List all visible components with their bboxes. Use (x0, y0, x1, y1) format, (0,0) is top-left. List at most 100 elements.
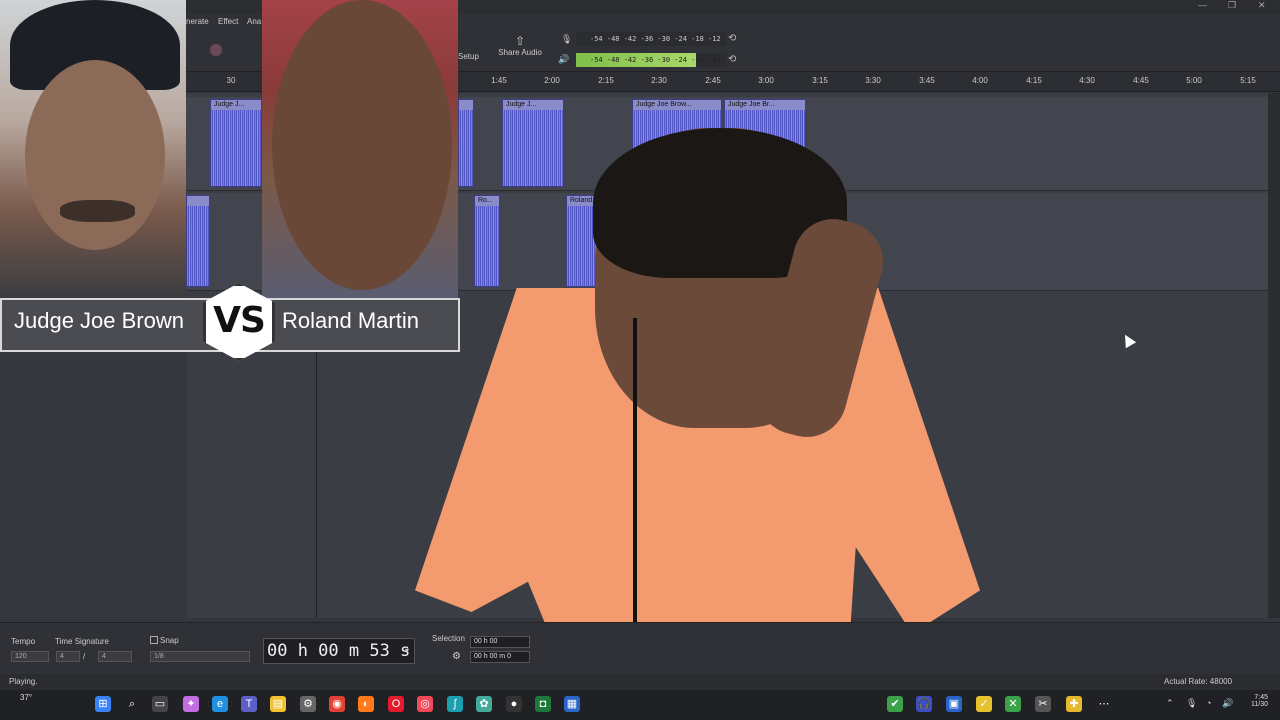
opera-icon[interactable]: O (388, 696, 404, 712)
app-icon[interactable]: ◘ (535, 696, 551, 712)
app-icon[interactable]: ✿ (476, 696, 492, 712)
opera-gx-icon[interactable]: ◎ (417, 696, 433, 712)
time-display-value: 00 h 00 m 53 s (267, 641, 411, 661)
ruler-tick: 5:00 (1186, 76, 1202, 85)
volume-icon[interactable]: 🔊 (1222, 698, 1233, 709)
snap-select[interactable]: 1/8 (150, 651, 250, 662)
ruler-tick: 2:30 (651, 76, 667, 85)
speaker-icon: 🔊 (558, 54, 570, 64)
actual-rate: Actual Rate: 48000 (1164, 677, 1233, 686)
mustache (60, 200, 135, 222)
vertical-scrollbar[interactable] (1268, 93, 1280, 618)
selection-end-field[interactable]: 00 h 00 m 0 (470, 651, 530, 663)
xbox-icon[interactable]: ✕ (1005, 696, 1021, 712)
share-audio-button[interactable]: ⇧ Share Audio (497, 34, 543, 57)
left-guest-photo (0, 0, 186, 298)
left-name: Judge Joe Brown (14, 308, 184, 333)
audio-clip[interactable]: Judge J... (210, 99, 262, 187)
tempo-label: Tempo (11, 637, 36, 646)
tray-chevron-icon[interactable]: ⌃ (1166, 698, 1174, 709)
playback-meter-options-icon[interactable]: ⟲ (728, 54, 736, 65)
microphone-icon: 🎙 (561, 34, 573, 44)
app-grid-icon[interactable]: ▦ (564, 696, 580, 712)
ruler-tick: 2:45 (705, 76, 721, 85)
settings-icon[interactable]: ⚙ (300, 696, 316, 712)
windows-start-icon[interactable]: ⊞ (95, 696, 111, 712)
time-format-dropdown-icon[interactable]: ▾ (405, 646, 409, 655)
time-signature-numerator[interactable]: 4 (56, 651, 80, 662)
clip-title[interactable] (187, 196, 209, 206)
clip-title[interactable]: Judge J... (503, 100, 563, 110)
mic-tray-icon[interactable]: 🎙 (1186, 698, 1197, 709)
close-icon[interactable]: ✕ (1258, 0, 1266, 11)
menu-effect[interactable]: Effect (218, 17, 238, 26)
file-explorer-icon[interactable]: ▤ (270, 696, 286, 712)
record-meter[interactable]: -54 -48 -42 -36 -30 -24 -18 -12 -6 (576, 32, 726, 46)
share-audio-label: Share Audio (498, 48, 542, 57)
audacity-icon[interactable]: 🎧 (916, 696, 932, 712)
ruler-tick: 5:15 (1240, 76, 1256, 85)
snipping-tool-icon[interactable]: ✂ (1035, 696, 1051, 712)
playback-meter[interactable]: -54 -48 -42 -36 -30 -24 -18 -12 -6 (576, 53, 726, 67)
clip-title[interactable]: Judge Joe Br... (725, 100, 805, 110)
teams-icon[interactable]: T (241, 696, 257, 712)
app-icon[interactable]: ✔ (887, 696, 903, 712)
menu-analyze[interactable]: Ana (247, 17, 261, 26)
minimize-icon[interactable]: — (1198, 0, 1207, 10)
app-icon[interactable]: ʃ (447, 696, 463, 712)
obs-icon[interactable]: ● (506, 696, 522, 712)
right-name: Roland Martin (282, 308, 419, 333)
status-bar: Playing. Actual Rate: 48000 (0, 674, 1280, 690)
audio-clip[interactable] (186, 195, 210, 287)
snap-label: Snap (160, 636, 179, 645)
upload-icon: ⇧ (514, 34, 526, 48)
title-bar (0, 0, 1280, 14)
time-signature-label: Time Signature (55, 637, 109, 646)
tempo-input[interactable]: 120 (11, 651, 49, 662)
selection-toolbar (0, 622, 1280, 674)
app-icon[interactable]: ▣ (946, 696, 962, 712)
ruler-tick: 30 (226, 76, 236, 85)
clock-time: 7:45 (1254, 694, 1268, 701)
clip-title[interactable] (459, 100, 473, 110)
clock-date: 11/30 (1251, 701, 1268, 708)
clip-title[interactable]: Judge J... (211, 100, 261, 110)
selection-label: Selection (432, 634, 465, 643)
ruler-tick: 3:15 (812, 76, 828, 85)
ruler-tick: 4:45 (1133, 76, 1149, 85)
app-icon[interactable]: ✓ (976, 696, 992, 712)
time-signature-separator: / (83, 652, 86, 661)
selection-settings-icon[interactable]: ⚙ (452, 651, 461, 662)
wifi-icon[interactable]: ◔ (1206, 698, 1211, 708)
ruler-tick: 4:15 (1026, 76, 1042, 85)
vs-text: VS (213, 300, 266, 341)
clock[interactable]: 7:45 11/30 (1238, 694, 1268, 708)
firefox-icon[interactable]: ◐ (358, 696, 374, 712)
menu-generate[interactable]: nerate (186, 17, 209, 26)
audio-setup-button[interactable]: Setup (458, 52, 479, 61)
clip-waveform (187, 206, 209, 286)
edge-browser-icon[interactable]: e (212, 696, 228, 712)
selection-start-field[interactable]: 00 h 00 (470, 636, 530, 648)
more-apps-icon[interactable]: ⋯ (1096, 696, 1112, 712)
time-display[interactable]: 00 h 00 m 53 s (263, 638, 415, 664)
record-button[interactable] (210, 44, 222, 56)
task-view-icon[interactable]: ▭ (152, 696, 168, 712)
record-meter-options-icon[interactable]: ⟲ (728, 33, 736, 44)
chrome-icon[interactable]: ◉ (329, 696, 345, 712)
clip-title[interactable]: Judge Joe Brow... (633, 100, 721, 110)
app-icon[interactable]: ✚ (1066, 696, 1082, 712)
time-signature-denominator[interactable]: 4 (98, 651, 132, 662)
ruler-tick: 4:30 (1079, 76, 1095, 85)
ruler-tick: 3:00 (758, 76, 774, 85)
copilot-icon[interactable]: ✦ (183, 696, 199, 712)
ruler-tick: 2:00 (544, 76, 560, 85)
ruler-tick: 3:45 (919, 76, 935, 85)
weather-widget[interactable]: 37° (20, 693, 32, 702)
ruler-tick: 3:30 (865, 76, 881, 85)
snap-checkbox[interactable] (150, 636, 158, 644)
restore-icon[interactable]: ❐ (1228, 0, 1236, 11)
ruler-tick: 4:00 (972, 76, 988, 85)
status-text: Playing. (9, 677, 38, 686)
search-icon[interactable]: ⌕ (124, 696, 140, 712)
